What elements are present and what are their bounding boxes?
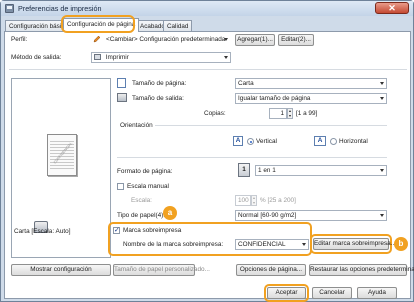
output-size-icon — [117, 93, 127, 102]
scale-value: 100 — [238, 197, 249, 204]
copies-value: 1 — [280, 110, 284, 117]
divider — [117, 157, 387, 158]
copies-range: [1 a 99] — [296, 110, 318, 117]
scale-input[interactable]: 100 — [235, 195, 251, 206]
watermark-name-label: Nombre de la marca sobreimpresa: — [123, 241, 224, 248]
show-settings-button[interactable]: Mostrar configuración — [11, 264, 111, 276]
copies-label: Copias: — [204, 110, 226, 117]
restore-defaults-button[interactable]: Restaurar las opciones predeterminadas — [309, 264, 414, 276]
page-size-label: Tamaño de página: — [132, 80, 187, 87]
paper-type-select[interactable]: Normal [60-90 g/m2] — [235, 210, 387, 221]
horizontal-label: Horizontal — [339, 138, 368, 145]
tab-highlight-ring — [61, 15, 135, 33]
copies-stepper[interactable]: ▴ ▾ — [287, 108, 293, 119]
page-layout-value: 1 en 1 — [258, 167, 276, 174]
watermark-name-value: CONFIDENCIAL — [238, 241, 286, 248]
page-size-icon — [117, 78, 126, 88]
paper-type-label: Tipo de papel(4): — [117, 212, 166, 219]
window-title: Preferencias de impresión — [18, 4, 102, 13]
divider — [9, 69, 407, 70]
pencil-icon — [93, 35, 101, 43]
chevron-down-icon — [380, 82, 384, 85]
page-layout-select[interactable]: 1 en 1 — [255, 165, 387, 176]
page-settings-panel: Perfil: <Cambiar> Configuración predeter… — [4, 31, 414, 299]
chevron-down-icon — [380, 169, 384, 172]
watermark-checkbox-label: Marca sobreimpresa — [123, 227, 182, 234]
output-size-label: Tamaño de salida: — [132, 95, 184, 102]
custom-paper-size-button[interactable]: Tamaño de papel personalizado... — [113, 264, 210, 276]
output-size-value: Igualar tamaño de página — [238, 95, 311, 102]
cancel-button[interactable]: Cancelar — [312, 287, 352, 299]
dialog-window: Preferencias de impresión ✕ Configuració… — [0, 0, 414, 302]
preview-caption: Carta [Escala: Auto] — [14, 228, 71, 235]
output-size-select[interactable]: Igualar tamaño de página — [235, 93, 387, 104]
printer-app-icon — [5, 4, 14, 13]
vertical-label: Vertical — [256, 138, 277, 145]
orientation-divider — [155, 125, 387, 126]
help-button[interactable]: Ayuda — [357, 287, 397, 299]
profile-select[interactable]: <Cambiar> Configuración predeterminada — [103, 34, 231, 45]
page-layout-label: Formato de página: — [117, 168, 173, 175]
output-method-value: Imprimir — [105, 54, 129, 61]
portrait-icon: A — [233, 136, 243, 146]
print-icon — [94, 54, 101, 61]
vertical-radio[interactable] — [247, 138, 254, 145]
orientation-label: Orientación — [120, 122, 153, 129]
close-button[interactable]: ✕ — [375, 2, 409, 14]
chevron-down-icon — [380, 214, 384, 217]
output-method-label: Método de salida: — [11, 54, 62, 61]
page-size-select[interactable]: Carta — [235, 78, 387, 89]
chevron-down-icon — [380, 97, 384, 100]
chevron-down-icon — [224, 56, 228, 59]
chevron-down-icon — [224, 38, 228, 41]
scale-range: % [25 a 200] — [260, 197, 296, 204]
paper-type-value: Normal [60-90 g/m2] — [238, 212, 297, 219]
callout-a-badge: a — [163, 206, 177, 220]
profile-value: <Cambiar> Configuración predeterminada — [106, 36, 226, 43]
watermark-name-select[interactable]: CONFIDENCIAL — [235, 239, 309, 250]
page-layout-icon: 1 — [238, 163, 250, 177]
chevron-down-icon — [302, 243, 306, 246]
callout-b-badge: b — [394, 237, 408, 251]
page-size-value: Carta — [238, 80, 254, 87]
watermark-checkbox[interactable] — [113, 226, 120, 234]
edit-watermark-button[interactable]: Editar marca sobreimpresa... — [313, 238, 396, 250]
add-profile-button[interactable]: Agregar(1)... — [235, 34, 275, 46]
manual-scaling-label: Escala manual — [127, 183, 169, 190]
scale-stepper[interactable]: ▴ ▾ — [251, 195, 257, 206]
landscape-icon: A — [314, 136, 326, 146]
page-options-button[interactable]: Opciones de página... — [236, 264, 306, 276]
scale-label: Escala: — [131, 197, 152, 204]
title-bar: Preferencias de impresión ✕ — [1, 1, 413, 16]
manual-scaling-checkbox[interactable] — [117, 183, 124, 190]
profile-label: Perfil: — [11, 36, 28, 43]
copies-input[interactable]: 1 — [269, 108, 287, 119]
horizontal-radio[interactable] — [330, 138, 337, 145]
ok-button[interactable]: Aceptar — [267, 287, 306, 299]
output-method-select[interactable]: Imprimir — [91, 52, 231, 63]
edit-profile-button[interactable]: Editar(2)... — [278, 34, 314, 46]
